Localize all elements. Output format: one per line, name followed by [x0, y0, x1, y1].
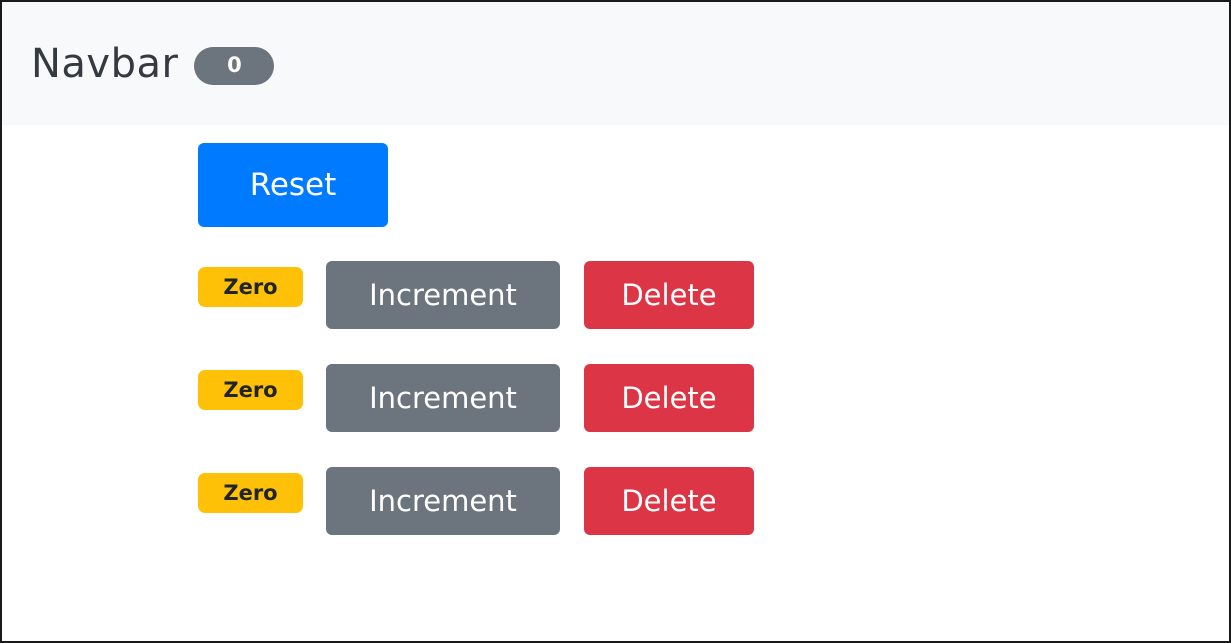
- counter-row: Zero Increment Delete: [198, 467, 754, 535]
- counter-row: Zero Increment Delete: [198, 261, 754, 329]
- counter-list: Zero Increment Delete Zero Increment Del…: [198, 261, 754, 535]
- counter-value-badge: Zero: [198, 267, 303, 307]
- app-window: Navbar 0 Reset Zero Increment Delete Zer…: [0, 0, 1231, 643]
- delete-button[interactable]: Delete: [584, 364, 754, 432]
- navbar-brand[interactable]: Navbar: [31, 44, 178, 84]
- increment-button[interactable]: Increment: [326, 467, 560, 535]
- counter-value-badge: Zero: [198, 370, 303, 410]
- reset-button[interactable]: Reset: [198, 143, 388, 227]
- navbar: Navbar 0: [2, 2, 1229, 125]
- increment-button[interactable]: Increment: [326, 261, 560, 329]
- total-count-badge: 0: [194, 46, 275, 85]
- increment-button[interactable]: Increment: [326, 364, 560, 432]
- counter-row: Zero Increment Delete: [198, 364, 754, 432]
- delete-button[interactable]: Delete: [584, 467, 754, 535]
- delete-button[interactable]: Delete: [584, 261, 754, 329]
- counters-container: Reset Zero Increment Delete Zero Increme…: [198, 143, 754, 535]
- counter-value-badge: Zero: [198, 473, 303, 513]
